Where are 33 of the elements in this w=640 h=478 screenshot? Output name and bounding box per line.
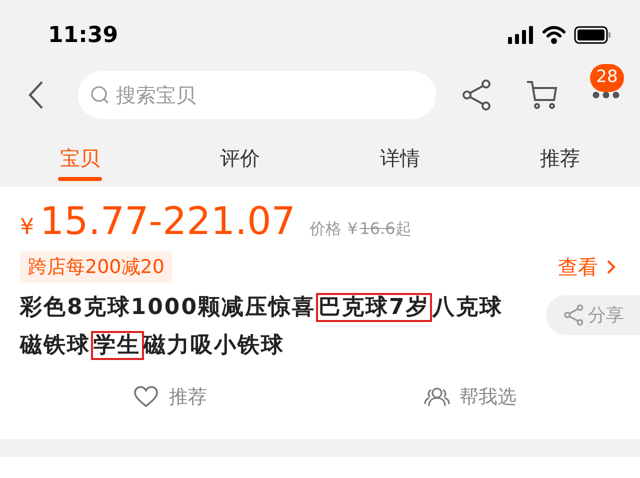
tab[interactable]: 评价 [160, 143, 320, 187]
chevron-icon [606, 259, 616, 275]
action-button[interactable]: 帮我选 [320, 383, 620, 412]
search-input[interactable]: 搜索宝贝 [116, 80, 356, 110]
tab[interactable]: 详情 [320, 143, 480, 187]
cart-icon[interactable] [526, 80, 558, 110]
share-icon [564, 304, 584, 326]
price-label: 价格 [309, 218, 342, 240]
action-button[interactable]: 推荐 [20, 383, 320, 412]
status-time: 11:39 [48, 22, 118, 50]
back-icon[interactable] [26, 80, 46, 110]
battery-icon [574, 26, 612, 44]
share-label: 分享 [588, 304, 624, 328]
share-icon[interactable] [462, 79, 492, 111]
signal-icon [508, 26, 534, 44]
people-icon [424, 386, 450, 408]
heart-icon [133, 385, 159, 410]
price-range: 15.77-221.07 [40, 198, 296, 245]
promo-tag: 跨店每200减20 [20, 251, 172, 283]
more-icon[interactable] [592, 91, 620, 99]
wifi-icon [542, 26, 566, 44]
tab[interactable]: 宝贝 [0, 143, 160, 187]
view-link[interactable]: 查看 [558, 252, 616, 282]
tab[interactable]: 推荐 [480, 143, 640, 187]
price-currency: ¥ [20, 214, 34, 242]
price-suffix: 起 [395, 218, 412, 240]
search-icon [90, 85, 110, 105]
original-price: 16.6 [360, 218, 396, 240]
search-bar[interactable]: 搜索宝贝 [78, 71, 436, 119]
original-currency: ¥ [347, 218, 358, 240]
tab-underline [58, 177, 102, 181]
share-pill[interactable]: 分享 [546, 295, 640, 335]
cart-badge: 28 [590, 64, 624, 92]
